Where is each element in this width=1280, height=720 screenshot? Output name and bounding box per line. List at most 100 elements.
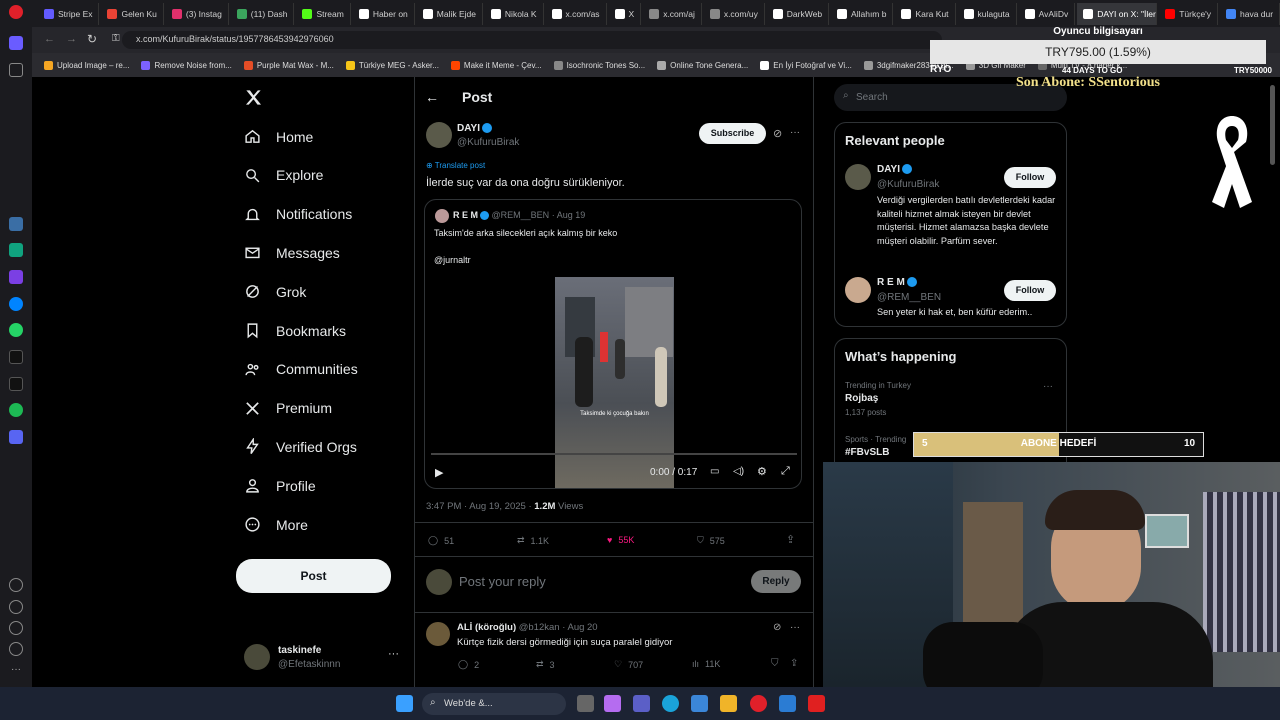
browser-tab[interactable]: Allahım b xyxy=(831,2,894,25)
browser-tab[interactable]: DAYI on X: "İlerd xyxy=(1077,2,1158,25)
trend-name[interactable]: #FBvSLB xyxy=(845,447,889,458)
follow-button[interactable]: Follow xyxy=(1004,167,1056,188)
play-icon[interactable]: ▶ xyxy=(435,466,443,479)
more-dots-icon[interactable]: ··· xyxy=(388,648,399,660)
back-arrow-icon[interactable]: ← xyxy=(44,33,55,45)
post-button[interactable]: Post xyxy=(236,559,391,593)
store-icon[interactable] xyxy=(691,695,708,712)
browser-tab[interactable]: hava dur xyxy=(1220,2,1280,25)
share-icon[interactable]: ⇪ xyxy=(786,533,795,546)
edge-icon[interactable] xyxy=(662,695,679,712)
trend-more-icon[interactable]: ··· xyxy=(1043,381,1053,392)
browser-tab[interactable]: Stripe Ex xyxy=(38,2,100,25)
bulb-icon[interactable] xyxy=(9,642,23,656)
sidebar-item-profile[interactable]: Profile xyxy=(244,477,316,494)
sidebar-item-bookmarks[interactable]: Bookmarks xyxy=(244,322,346,339)
bookmark-action[interactable]: ⛉ 575 xyxy=(697,535,725,546)
search-input[interactable]: Search xyxy=(856,92,888,103)
opera-taskbar-icon[interactable] xyxy=(750,695,767,712)
explorer-icon[interactable] xyxy=(720,695,737,712)
reply-author[interactable]: ALİ (köroğlu) @b12kan · Aug 20 xyxy=(457,622,598,633)
account-switcher[interactable]: taskinefe @Efetaskinnn ··· xyxy=(244,644,414,674)
history-icon[interactable] xyxy=(9,600,23,614)
browser-tab[interactable]: x.com/aj xyxy=(643,2,702,25)
outlook-icon[interactable] xyxy=(779,695,796,712)
video-player[interactable]: Taksimde ki çocuğa bakın xyxy=(555,277,674,488)
url-field[interactable]: x.com/KufuruBirak/status/195778645394297… xyxy=(122,31,942,49)
browser-tab[interactable]: Stream xyxy=(296,2,351,25)
author-avatar[interactable] xyxy=(426,122,452,148)
browser-tab[interactable]: Türkçe'y xyxy=(1159,2,1219,25)
x-sidebar-icon[interactable] xyxy=(9,377,23,391)
volume-icon[interactable]: ◁) xyxy=(733,466,744,477)
person-name[interactable]: R E M xyxy=(877,277,917,288)
bookmark-item[interactable]: Isochronic Tones So... xyxy=(553,60,645,70)
app-icon[interactable] xyxy=(808,695,825,712)
sidebar-item-notifications[interactable]: Notifications xyxy=(244,206,352,223)
tiktok-icon[interactable] xyxy=(9,350,23,364)
person-avatar[interactable] xyxy=(845,164,871,190)
reply-reply-action[interactable]: ◯ 2 xyxy=(458,659,479,670)
browser-tab[interactable]: AvAliDv xyxy=(1019,2,1076,25)
task-view-icon[interactable] xyxy=(577,695,594,712)
reply-bookmark-icon[interactable]: ⛉ xyxy=(771,658,779,669)
aria-icon[interactable] xyxy=(9,217,23,231)
repost-action[interactable]: ⇄ 1.1K xyxy=(517,535,549,546)
sidebar-item-more[interactable]: More xyxy=(244,516,308,533)
browser-tab[interactable]: Gelen Ku xyxy=(101,2,164,25)
translate-link[interactable]: ⊕ Translate post xyxy=(426,161,485,170)
sidebar-item-explore[interactable]: Explore xyxy=(244,167,323,184)
bookmark-item[interactable]: En İyi Fotoğraf ve Vi... xyxy=(760,60,852,70)
copilot-icon[interactable] xyxy=(604,695,621,712)
spotify-icon[interactable] xyxy=(9,403,23,417)
browser-tab[interactable]: (3) Instag xyxy=(166,2,229,25)
sidebar-item-verified-orgs[interactable]: Verified Orgs xyxy=(244,438,357,455)
person-name[interactable]: DAYI xyxy=(877,164,912,175)
bookmark-item[interactable]: Purple Mat Wax - M... xyxy=(243,60,334,70)
author-handle[interactable]: @KufuruBirak xyxy=(457,137,519,148)
browser-tab[interactable]: X xyxy=(609,2,642,25)
grok-post-icon[interactable]: ⊘ xyxy=(773,127,782,140)
like-action[interactable]: ♥ 55K xyxy=(607,535,634,545)
x-logo-icon[interactable] xyxy=(244,88,263,107)
video-progress-bar[interactable] xyxy=(431,453,797,455)
follow-button[interactable]: Follow xyxy=(1004,280,1056,301)
taskbar-search[interactable]: Web'de &... xyxy=(422,693,566,715)
browser-tab[interactable]: kulaguta xyxy=(958,2,1017,25)
subscribe-button[interactable]: Subscribe xyxy=(699,123,766,144)
sidebar-item-communities[interactable]: Communities xyxy=(244,361,358,378)
reply-more-icon[interactable]: ··· xyxy=(790,622,800,633)
reply-button[interactable]: Reply xyxy=(751,570,801,593)
settings-sidebar-icon[interactable] xyxy=(9,621,23,635)
back-icon[interactable]: ← xyxy=(425,89,439,105)
bookmark-item[interactable]: Online Tone Genera... xyxy=(657,60,748,70)
reply-input[interactable]: Post your reply xyxy=(459,574,546,589)
player-icon[interactable] xyxy=(9,430,23,444)
bookmark-item[interactable]: Türkiye MEG - Asker... xyxy=(345,60,439,70)
cs-icon[interactable] xyxy=(9,270,23,284)
teams-icon[interactable] xyxy=(633,695,650,712)
sidebar-item-premium[interactable]: Premium xyxy=(244,400,332,417)
reply-like-action[interactable]: ♡ 707 xyxy=(614,659,643,670)
forward-arrow-icon[interactable]: → xyxy=(66,33,77,45)
reply-share-icon[interactable]: ⇪ xyxy=(790,658,798,669)
heart-sidebar-icon[interactable] xyxy=(9,578,23,592)
browser-tab[interactable]: x.com/as xyxy=(546,2,607,25)
sidebar-item-grok[interactable]: Grok xyxy=(244,283,306,300)
browser-tab[interactable]: Nikola K xyxy=(485,2,544,25)
browser-tab[interactable]: (11) Dash xyxy=(231,2,295,25)
whatsapp-icon[interactable] xyxy=(9,323,23,337)
fullscreen-icon[interactable]: ⤢ xyxy=(781,465,790,478)
settings-icon[interactable]: ⚙ xyxy=(757,465,767,478)
browser-tab[interactable]: Kara Kut xyxy=(895,2,956,25)
reply-views-action[interactable]: ılı 11K xyxy=(692,659,720,669)
browser-tab[interactable]: Malik Ejde xyxy=(417,2,483,25)
grok-reply-icon[interactable]: ⊘ xyxy=(773,622,781,633)
browser-tab[interactable]: DarkWeb xyxy=(767,2,830,25)
browser-tab[interactable]: Haber on xyxy=(353,2,415,25)
messenger-icon[interactable] xyxy=(9,297,23,311)
home-sidebar-icon[interactable] xyxy=(9,36,23,50)
more-sidebar-icon[interactable]: ··· xyxy=(9,664,23,678)
bookmark-item[interactable]: Remove Noise from... xyxy=(141,60,232,70)
windows-start-icon[interactable] xyxy=(396,695,413,712)
